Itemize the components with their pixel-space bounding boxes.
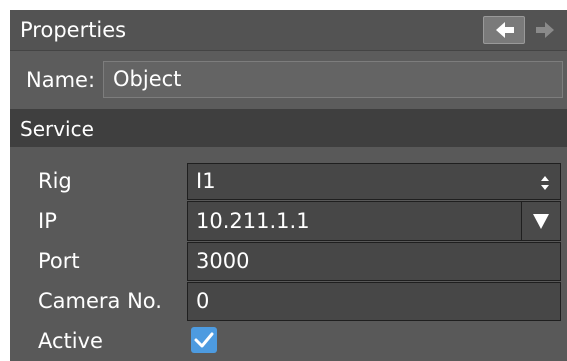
port-label: Port [38,249,80,273]
active-checkbox[interactable] [191,327,217,353]
name-input[interactable]: Object [103,61,563,98]
camera-number-input[interactable]: 0 [187,282,561,321]
panel-title: Properties [20,18,127,42]
forward-button[interactable] [528,16,562,44]
camera-number-label: Camera No. [38,289,162,313]
rig-value: I1 [196,169,216,193]
name-label: Name: [26,68,96,92]
service-section-title: Service [20,117,94,141]
updown-stepper-icon [541,176,549,190]
ip-input[interactable]: 10.211.1.1 [187,201,522,241]
triangle-down-icon [533,214,549,229]
rig-select[interactable]: I1 [187,163,561,200]
name-row: Name: Object [10,51,567,109]
panel-header: Properties [10,10,567,51]
active-label: Active [38,329,103,353]
rig-label: Rig [38,169,72,193]
ip-dropdown-button[interactable] [521,201,561,241]
checkmark-icon [194,332,214,348]
back-button[interactable] [483,16,525,44]
service-section-header[interactable]: Service [10,109,567,147]
ip-label: IP [38,209,57,233]
arrow-right-icon [536,22,554,38]
properties-panel: Properties Name: Object Service Rig I1 I… [10,10,567,361]
arrow-left-icon [496,22,514,38]
port-input[interactable]: 3000 [187,242,561,281]
